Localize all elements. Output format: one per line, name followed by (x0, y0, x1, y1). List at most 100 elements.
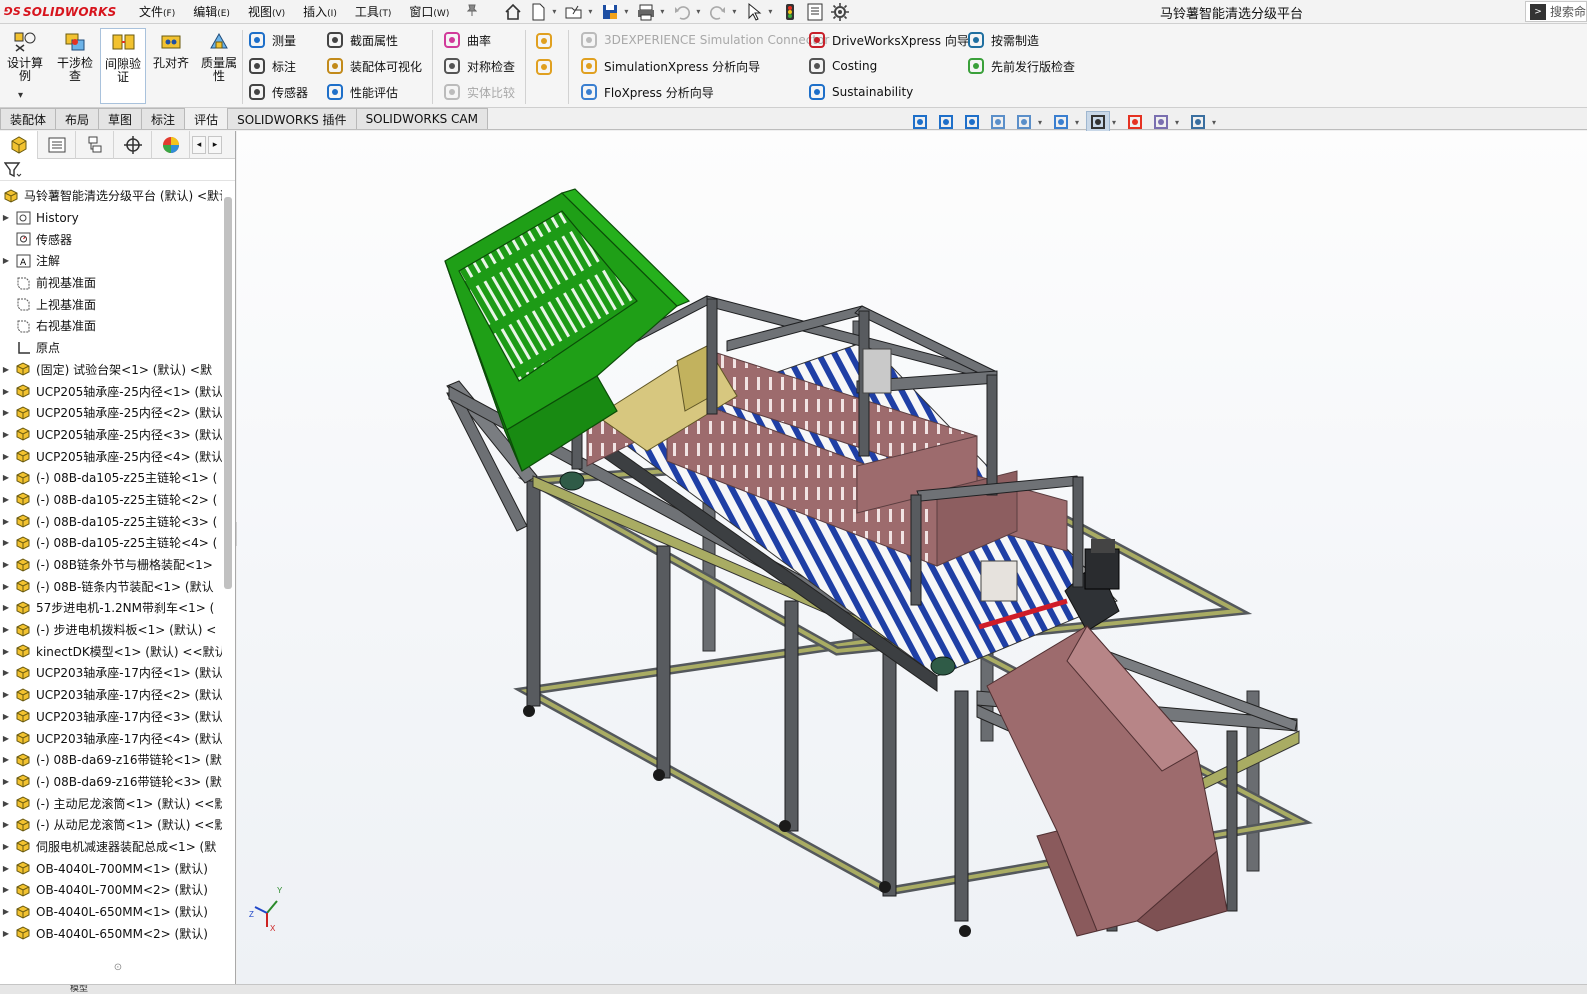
section-view-icon[interactable] (986, 111, 1010, 133)
tree-item[interactable]: ▶ (-) 主动尼龙滚筒<1> (默认) <<默 (0, 792, 222, 814)
tree-item[interactable]: ▶ 伺服电机减速器装配总成<1> (默 (0, 836, 222, 858)
tree-item[interactable]: ▶ History (0, 207, 222, 229)
tree-item[interactable]: ▶ (固定) 试验台架<1> (默认) <默 (0, 359, 222, 381)
dropdown-arrow-icon[interactable]: ▾ (624, 7, 632, 16)
expand-arrow-icon[interactable]: ▶ (0, 755, 12, 764)
hole-alignment-button[interactable]: 孔对齐 (148, 28, 194, 104)
previous-view-icon[interactable] (960, 111, 984, 133)
expand-arrow-icon[interactable]: ▶ (0, 777, 12, 786)
apply-scene-icon[interactable] (1149, 111, 1173, 133)
open-icon[interactable] (563, 2, 585, 22)
tree-rollback-handle[interactable]: ⊙ (0, 959, 236, 975)
pin-menu-icon[interactable] (458, 4, 486, 19)
save-icon[interactable] (599, 2, 621, 22)
dropdown-arrow-icon[interactable]: ▾ (1112, 118, 1121, 127)
tree-item[interactable]: ▶ kinectDK模型<1> (默认) <<默认 (0, 640, 222, 662)
tree-item[interactable]: 前视基准面 (0, 272, 222, 294)
print-icon[interactable] (635, 2, 657, 22)
menu-item[interactable]: 插入(I) (294, 3, 346, 20)
expand-arrow-icon[interactable]: ▶ (0, 495, 12, 504)
dropdown-arrow-icon[interactable]: ▾ (1075, 118, 1084, 127)
expand-arrow-icon[interactable]: ▶ (0, 842, 12, 851)
dropdown-arrow-icon[interactable]: ▾ (768, 7, 776, 16)
section-properties-button[interactable]: 截面属性 (326, 29, 398, 51)
search-commands-input[interactable]: > 搜索命 (1525, 1, 1587, 22)
expand-arrow-icon[interactable]: ▶ (0, 929, 12, 938)
potato-cleaning-grading-model[interactable]: Y Z X (237, 131, 1587, 984)
assembly-visualization-button[interactable]: 装配体可视化 (326, 55, 422, 77)
tree-item[interactable]: ▶ UCP203轴承座-17内径<1> (默认 (0, 662, 222, 684)
expand-arrow-icon[interactable]: ▶ (0, 256, 12, 265)
expand-arrow-icon[interactable]: ▶ (0, 452, 12, 461)
tree-item[interactable]: ▶ (-) 08B-链条内节装配<1> (默认 (0, 575, 222, 597)
select-pointer-icon[interactable] (743, 2, 765, 22)
tree-item[interactable]: ▶ (-) 08B-da69-z16带链轮<3> (默 (0, 771, 222, 793)
tree-item[interactable]: ▶ OB-4040L-700MM<2> (默认) (0, 879, 222, 901)
graphics-viewport[interactable]: Y Z X (237, 131, 1587, 984)
expand-arrow-icon[interactable]: ▶ (0, 864, 12, 873)
status-tab-model[interactable]: 模型 (70, 985, 88, 994)
tab-2[interactable]: 草图 (98, 108, 143, 129)
simulationxpress-button[interactable]: SimulationXpress 分析向导 (580, 55, 760, 77)
dropdown-arrow-icon[interactable]: ▾ (696, 7, 704, 16)
expand-arrow-icon[interactable]: ▶ (0, 538, 12, 547)
floxpress-button[interactable]: FloXpress 分析向导 (580, 81, 714, 103)
design-checker-button[interactable]: 先前发行版检查 (967, 55, 1075, 77)
expand-arrow-icon[interactable]: ▶ (0, 473, 12, 482)
driveworksxpress-button[interactable]: DriveWorksXpress 向导 (808, 29, 969, 51)
zoom-to-fit-icon[interactable] (908, 111, 932, 133)
tree-item[interactable]: ▶ UCP203轴承座-17内径<3> (默认 (0, 706, 222, 728)
expand-arrow-icon[interactable]: ▶ (0, 712, 12, 721)
undo-icon[interactable] (671, 2, 693, 22)
expand-arrow-icon[interactable]: ▶ (0, 734, 12, 743)
expand-arrow-icon[interactable]: ▶ (0, 365, 12, 374)
dropdown-arrow-icon[interactable]: ▾ (1175, 118, 1184, 127)
rebuild-traffic-light-icon[interactable] (779, 2, 801, 22)
new-document-icon[interactable] (527, 2, 549, 22)
expand-arrow-icon[interactable]: ▶ (0, 799, 12, 808)
clearance-verify-button[interactable]: 间隙验证 (100, 28, 146, 104)
expand-arrow-icon[interactable]: ▶ (0, 603, 12, 612)
tree-item[interactable]: 上视基准面 (0, 293, 222, 315)
simulation-dropdown-icon[interactable] (535, 56, 553, 78)
expand-arrow-icon[interactable]: ▶ (0, 430, 12, 439)
tree-item[interactable]: ▶ UCP205轴承座-25内径<1> (默认 (0, 380, 222, 402)
curvature-button[interactable]: 曲率 (443, 29, 491, 51)
edit-appearance-icon[interactable] (1123, 111, 1147, 133)
configuration-manager-tab[interactable] (76, 130, 114, 159)
expand-arrow-icon[interactable]: ▶ (0, 885, 12, 894)
menu-item[interactable]: 文件(F) (130, 3, 184, 20)
tree-item[interactable]: ▶ (-) 08B-da105-z25主链轮<2> ( (0, 489, 222, 511)
expand-arrow-icon[interactable]: ▶ (0, 647, 12, 656)
3dexperience-connector-button[interactable]: 3DEXPERIENCE Simulation Connector (580, 29, 829, 51)
measure-button[interactable]: 测量 (248, 29, 296, 51)
menu-item[interactable]: 视图(V) (239, 3, 294, 20)
tab-6[interactable]: SOLIDWORKS CAM (355, 108, 488, 129)
expand-arrow-icon[interactable]: ▶ (0, 582, 12, 591)
menu-item[interactable]: 窗口(W) (400, 3, 458, 20)
expand-arrow-icon[interactable]: ▶ (0, 213, 12, 222)
tree-item[interactable]: ▶ (-) 步进电机拨料板<1> (默认) < (0, 619, 222, 641)
interference-check-button[interactable]: 干涉检查 (52, 28, 98, 104)
view-orientation-icon[interactable] (1012, 111, 1036, 133)
dropdown-arrow-icon[interactable]: ▾ (552, 7, 560, 16)
dropdown-arrow-icon[interactable]: ▾ (1038, 118, 1047, 127)
tree-item[interactable]: ▶ UCP205轴承座-25内径<2> (默认 (0, 402, 222, 424)
feature-manager-tab[interactable] (0, 130, 38, 159)
expand-arrow-icon[interactable]: ▶ (0, 907, 12, 916)
tree-item[interactable]: ▶ (-) 08B-da105-z25主链轮<4> ( (0, 532, 222, 554)
compare-documents-icon[interactable] (535, 30, 553, 52)
symmetry-check-button[interactable]: 对称检查 (443, 55, 515, 77)
tree-item[interactable]: ▶ OB-4040L-650MM<1> (默认) (0, 901, 222, 923)
markup-button[interactable]: 标注 (248, 55, 296, 77)
tree-item[interactable]: 原点 (0, 337, 222, 359)
home-icon[interactable] (502, 2, 524, 22)
expand-arrow-icon[interactable]: ▶ (0, 625, 12, 634)
file-properties-icon[interactable] (804, 2, 826, 22)
costing-button[interactable]: Costing (808, 55, 877, 77)
tree-item[interactable]: 传感器 (0, 228, 222, 250)
menu-item[interactable]: 编辑(E) (184, 3, 239, 20)
on-demand-manufacturing-button[interactable]: 按需制造 (967, 29, 1039, 51)
solidworks-logo[interactable]: ⅁S SOLIDWORKS (0, 5, 130, 19)
expand-arrow-icon[interactable]: ▶ (0, 690, 12, 699)
